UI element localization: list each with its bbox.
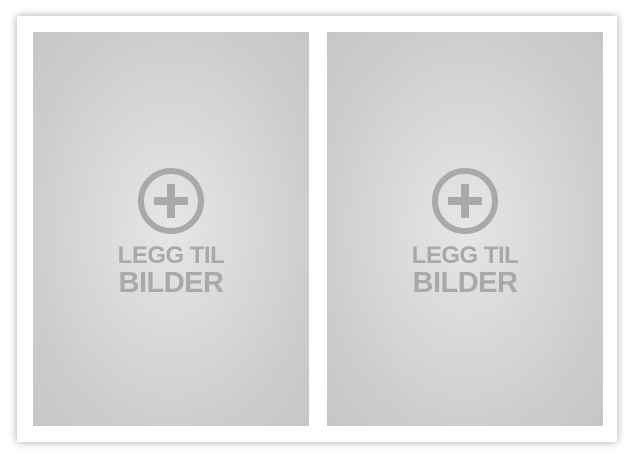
add-images-label-line1: LEGG TIL (117, 242, 225, 269)
add-images-slot-right[interactable]: LEGG TIL BILDER (327, 32, 603, 426)
add-images-label: LEGG TIL BILDER (33, 244, 309, 298)
photo-layout-frame: LEGG TIL BILDER LEGG TIL BILDER (17, 16, 617, 442)
plus-circle-icon (432, 168, 498, 234)
add-images-label: LEGG TIL BILDER (327, 244, 603, 298)
plus-circle-icon (138, 168, 204, 234)
page: LEGG TIL BILDER LEGG TIL BILDER (0, 0, 634, 459)
add-images-label-line2: BILDER (118, 267, 224, 299)
add-images-label-line1: LEGG TIL (411, 242, 519, 269)
add-images-label-line2: BILDER (412, 267, 518, 299)
add-images-slot-left[interactable]: LEGG TIL BILDER (33, 32, 309, 426)
